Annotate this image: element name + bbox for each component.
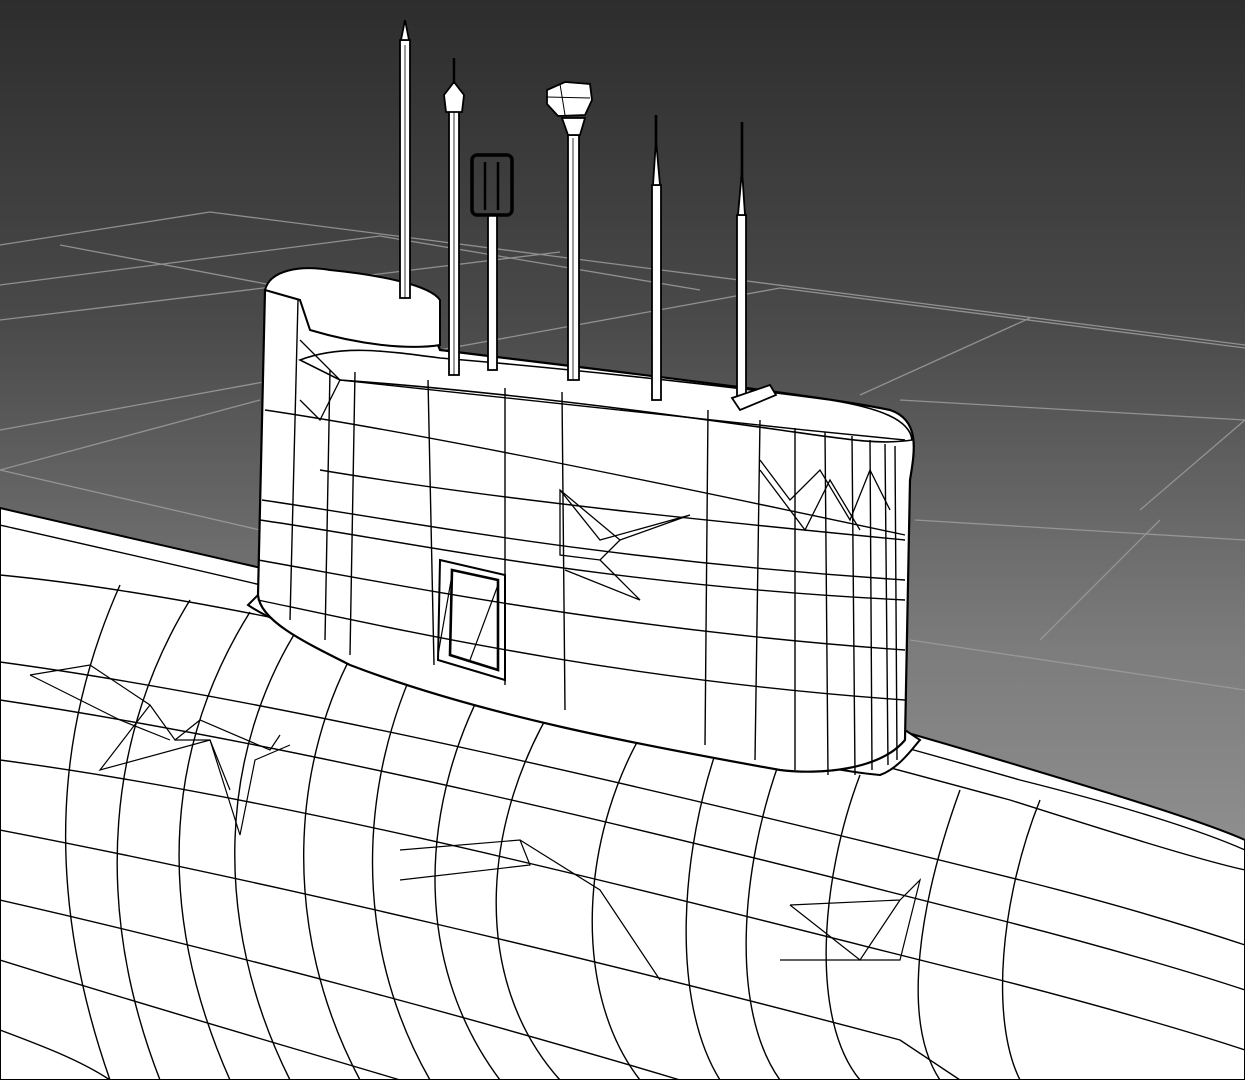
mast-periscope	[443, 58, 465, 376]
scene-canvas[interactable]	[0, 0, 1245, 1080]
mast-antenna-3	[736, 122, 747, 401]
mast-radar	[546, 81, 593, 381]
mast-antenna-1	[399, 19, 411, 299]
mast-antenna-2	[651, 115, 662, 401]
masts	[399, 19, 778, 412]
3d-viewport[interactable]	[0, 0, 1245, 1080]
